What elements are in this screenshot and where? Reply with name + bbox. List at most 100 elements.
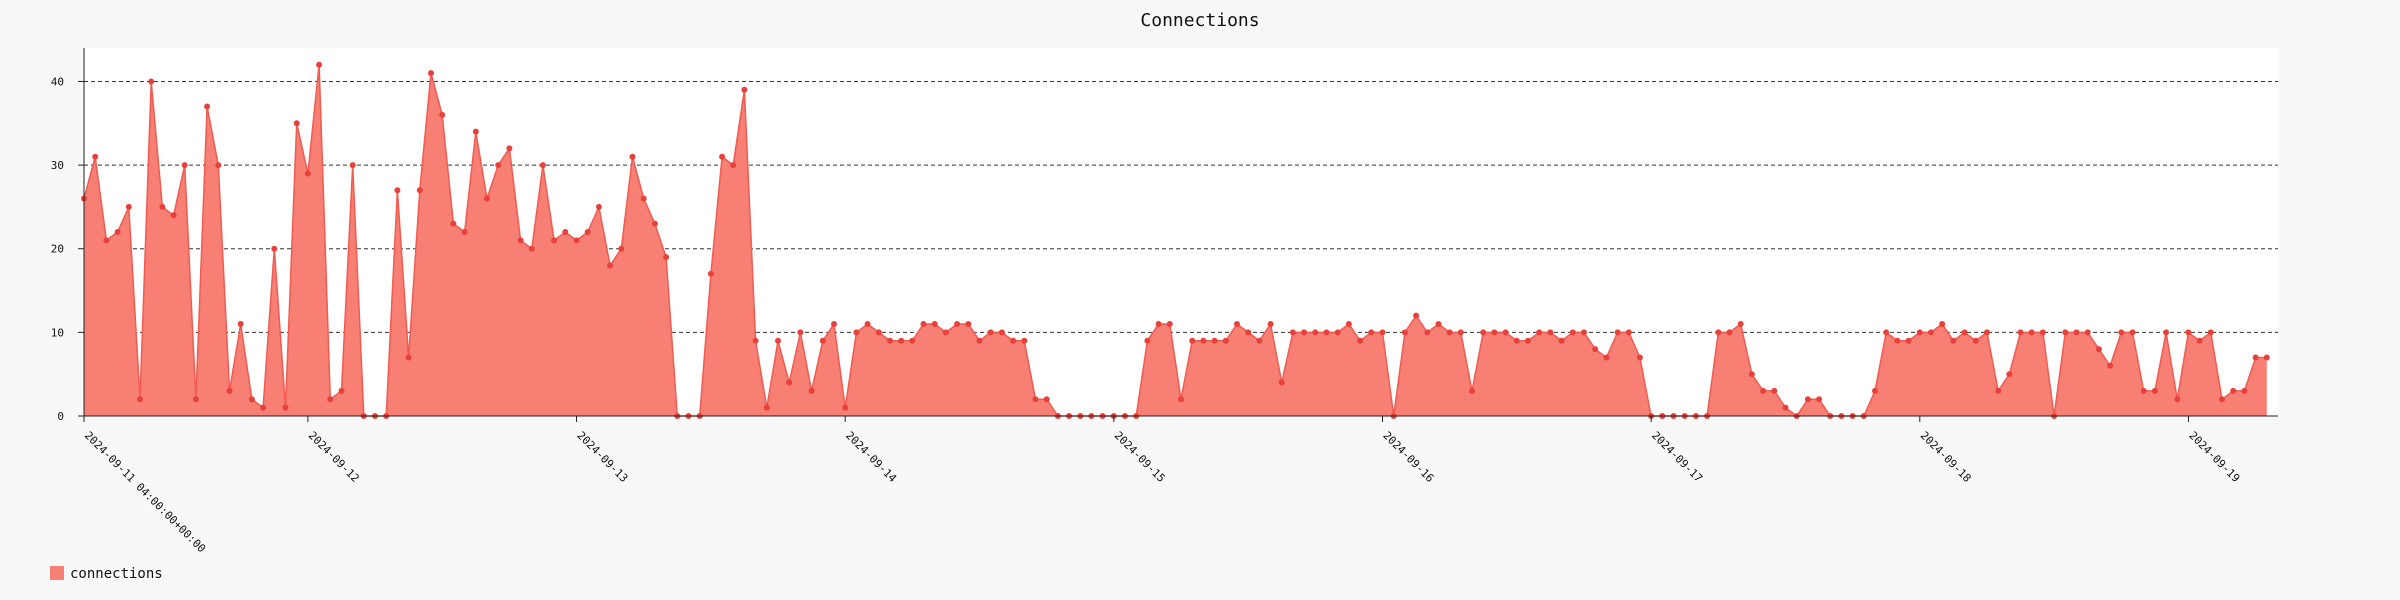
- data-point: [1928, 329, 1934, 336]
- data-point: [987, 329, 994, 336]
- data-point: [237, 321, 244, 327]
- connections-chart: Connections 0 10 20 30 40 2024-09-11 04:00:0…: [50, 10, 2278, 582]
- data-point: [282, 404, 289, 411]
- data-point: [2263, 354, 2270, 361]
- data-point: [1491, 329, 1498, 336]
- data-point: [920, 321, 927, 327]
- data-point: [1401, 329, 1408, 336]
- data-point: [1513, 337, 1520, 344]
- data-point: [248, 396, 255, 403]
- data-point: [1234, 321, 1240, 327]
- data-point: [1469, 387, 1475, 394]
- x-tick-label: 2024-09-15: [1112, 429, 1168, 485]
- data-point: [495, 162, 502, 169]
- x-tick-label: 2024-09-13: [574, 429, 630, 485]
- data-point: [965, 321, 972, 327]
- data-point: [584, 229, 591, 235]
- data-point: [1144, 337, 1151, 344]
- legend-swatch: [50, 566, 64, 580]
- data-point: [2174, 396, 2181, 403]
- data-point: [1245, 329, 1252, 336]
- data-point: [181, 162, 188, 169]
- data-point: [752, 337, 759, 344]
- y-tick-label: 10: [51, 326, 64, 339]
- data-point: [1211, 337, 1218, 344]
- data-point: [1894, 337, 1901, 344]
- data-point: [148, 78, 155, 85]
- data-point: [1357, 337, 1364, 344]
- x-tick-label: 2024-09-17: [1649, 429, 1705, 485]
- data-point: [719, 153, 726, 160]
- data-point: [271, 245, 278, 252]
- data-point: [1525, 337, 1531, 344]
- data-point: [741, 86, 748, 93]
- data-point: [607, 262, 614, 269]
- data-point: [2084, 329, 2091, 336]
- data-point: [1289, 329, 1296, 336]
- data-point: [651, 220, 658, 227]
- data-point: [618, 245, 625, 252]
- data-point: [763, 404, 770, 411]
- data-point: [629, 153, 636, 160]
- data-point: [1737, 321, 1744, 327]
- data-point: [1334, 329, 1341, 336]
- data-point: [1480, 329, 1487, 336]
- data-point: [786, 379, 793, 386]
- data-point: [775, 337, 781, 344]
- data-point: [1323, 329, 1330, 336]
- legend-label-connections: connections: [70, 566, 163, 582]
- data-point: [1155, 321, 1162, 327]
- data-point: [1614, 329, 1621, 336]
- data-point: [304, 170, 311, 177]
- data-point: [1558, 337, 1565, 344]
- data-point: [405, 354, 412, 361]
- data-point: [1301, 329, 1308, 336]
- data-point: [2140, 387, 2147, 394]
- data-point: [931, 321, 938, 327]
- data-point: [864, 321, 871, 327]
- data-point: [461, 229, 468, 235]
- data-point: [640, 195, 647, 202]
- data-point: [484, 195, 490, 202]
- data-point: [1178, 396, 1184, 403]
- data-point: [2252, 354, 2259, 361]
- data-point: [797, 329, 804, 336]
- data-point: [562, 229, 569, 235]
- data-point: [159, 203, 166, 210]
- data-point: [898, 337, 905, 344]
- x-tick-label: 2024-09-16: [1380, 429, 1436, 485]
- data-point: [1726, 329, 1733, 336]
- data-point: [1748, 371, 1755, 378]
- data-point: [909, 337, 916, 344]
- data-point: [226, 387, 233, 394]
- data-point: [2185, 329, 2192, 336]
- data-point: [2230, 387, 2237, 394]
- data-point: [1021, 337, 1028, 344]
- data-point: [595, 203, 602, 210]
- data-point: [1345, 321, 1352, 327]
- data-point: [2118, 329, 2125, 336]
- data-point: [1200, 337, 1207, 344]
- data-point: [1368, 329, 1375, 336]
- data-point: [338, 387, 345, 394]
- data-point: [137, 396, 143, 403]
- data-point: [1569, 329, 1576, 336]
- data-point: [573, 237, 580, 244]
- data-point: [551, 237, 558, 244]
- data-point: [1995, 387, 2002, 394]
- data-point: [1872, 387, 1878, 394]
- data-point: [539, 162, 546, 169]
- y-tick-labels: 0 10 20 30 40: [51, 75, 84, 423]
- data-point: [1502, 329, 1509, 336]
- chart-title: Connections: [1140, 10, 1259, 31]
- data-point: [1379, 329, 1386, 336]
- data-point: [1804, 396, 1811, 403]
- data-point: [1446, 329, 1453, 336]
- data-point: [2241, 387, 2248, 394]
- data-point: [853, 329, 860, 336]
- data-point: [1961, 329, 1968, 336]
- data-point: [2107, 362, 2114, 369]
- data-point: [327, 396, 334, 403]
- data-point: [976, 337, 983, 344]
- data-point: [1939, 321, 1946, 327]
